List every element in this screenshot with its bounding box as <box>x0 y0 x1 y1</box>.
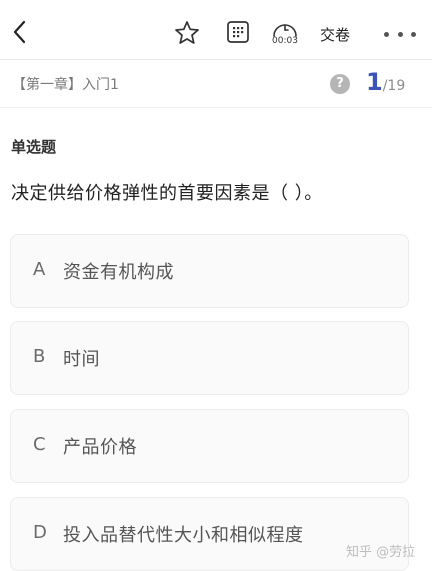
chevron-left-icon <box>13 20 26 44</box>
timer[interactable]: 00:03 <box>268 22 302 52</box>
option-text: 投入品替代性大小和相似程度 <box>63 525 304 546</box>
watermark: 知乎 @劳拉 <box>346 545 416 560</box>
option-c[interactable]: C 产品价格 <box>10 409 409 483</box>
question-type: 单选题 <box>11 138 57 156</box>
option-text: 时间 <box>63 349 100 370</box>
answer-sheet-button[interactable] <box>226 20 252 46</box>
option-text: 产品价格 <box>63 437 137 458</box>
submit-button[interactable]: 交卷 <box>320 24 350 45</box>
current-question-number: 1 <box>366 68 383 96</box>
option-letter: C <box>33 434 46 455</box>
total-questions: /19 <box>382 78 406 94</box>
more-dots-icon <box>411 31 416 37</box>
back-button[interactable] <box>6 18 34 46</box>
option-b[interactable]: B 时间 <box>10 321 409 395</box>
help-icon[interactable]: ? <box>330 74 350 94</box>
option-letter: B <box>33 346 46 367</box>
timer-value: 00:03 <box>272 36 298 46</box>
question-progress: 1/19 <box>366 68 405 96</box>
star-icon <box>175 21 199 44</box>
top-toolbar: 00:03 交卷 <box>0 0 432 60</box>
more-dots-icon <box>384 31 389 37</box>
more-dots-icon <box>397 31 403 37</box>
chapter-title: 【第一章】入门1 <box>12 77 119 93</box>
favorite-button[interactable] <box>174 20 202 48</box>
answer-sheet-icon <box>227 21 249 43</box>
option-letter: A <box>33 259 46 280</box>
question-text: 决定供给价格弹性的首要因素是（ ）。 <box>11 183 323 204</box>
option-a[interactable]: A 资金有机构成 <box>10 234 409 308</box>
option-letter: D <box>33 522 47 543</box>
option-text: 资金有机构成 <box>63 262 174 283</box>
more-button[interactable] <box>384 24 416 44</box>
